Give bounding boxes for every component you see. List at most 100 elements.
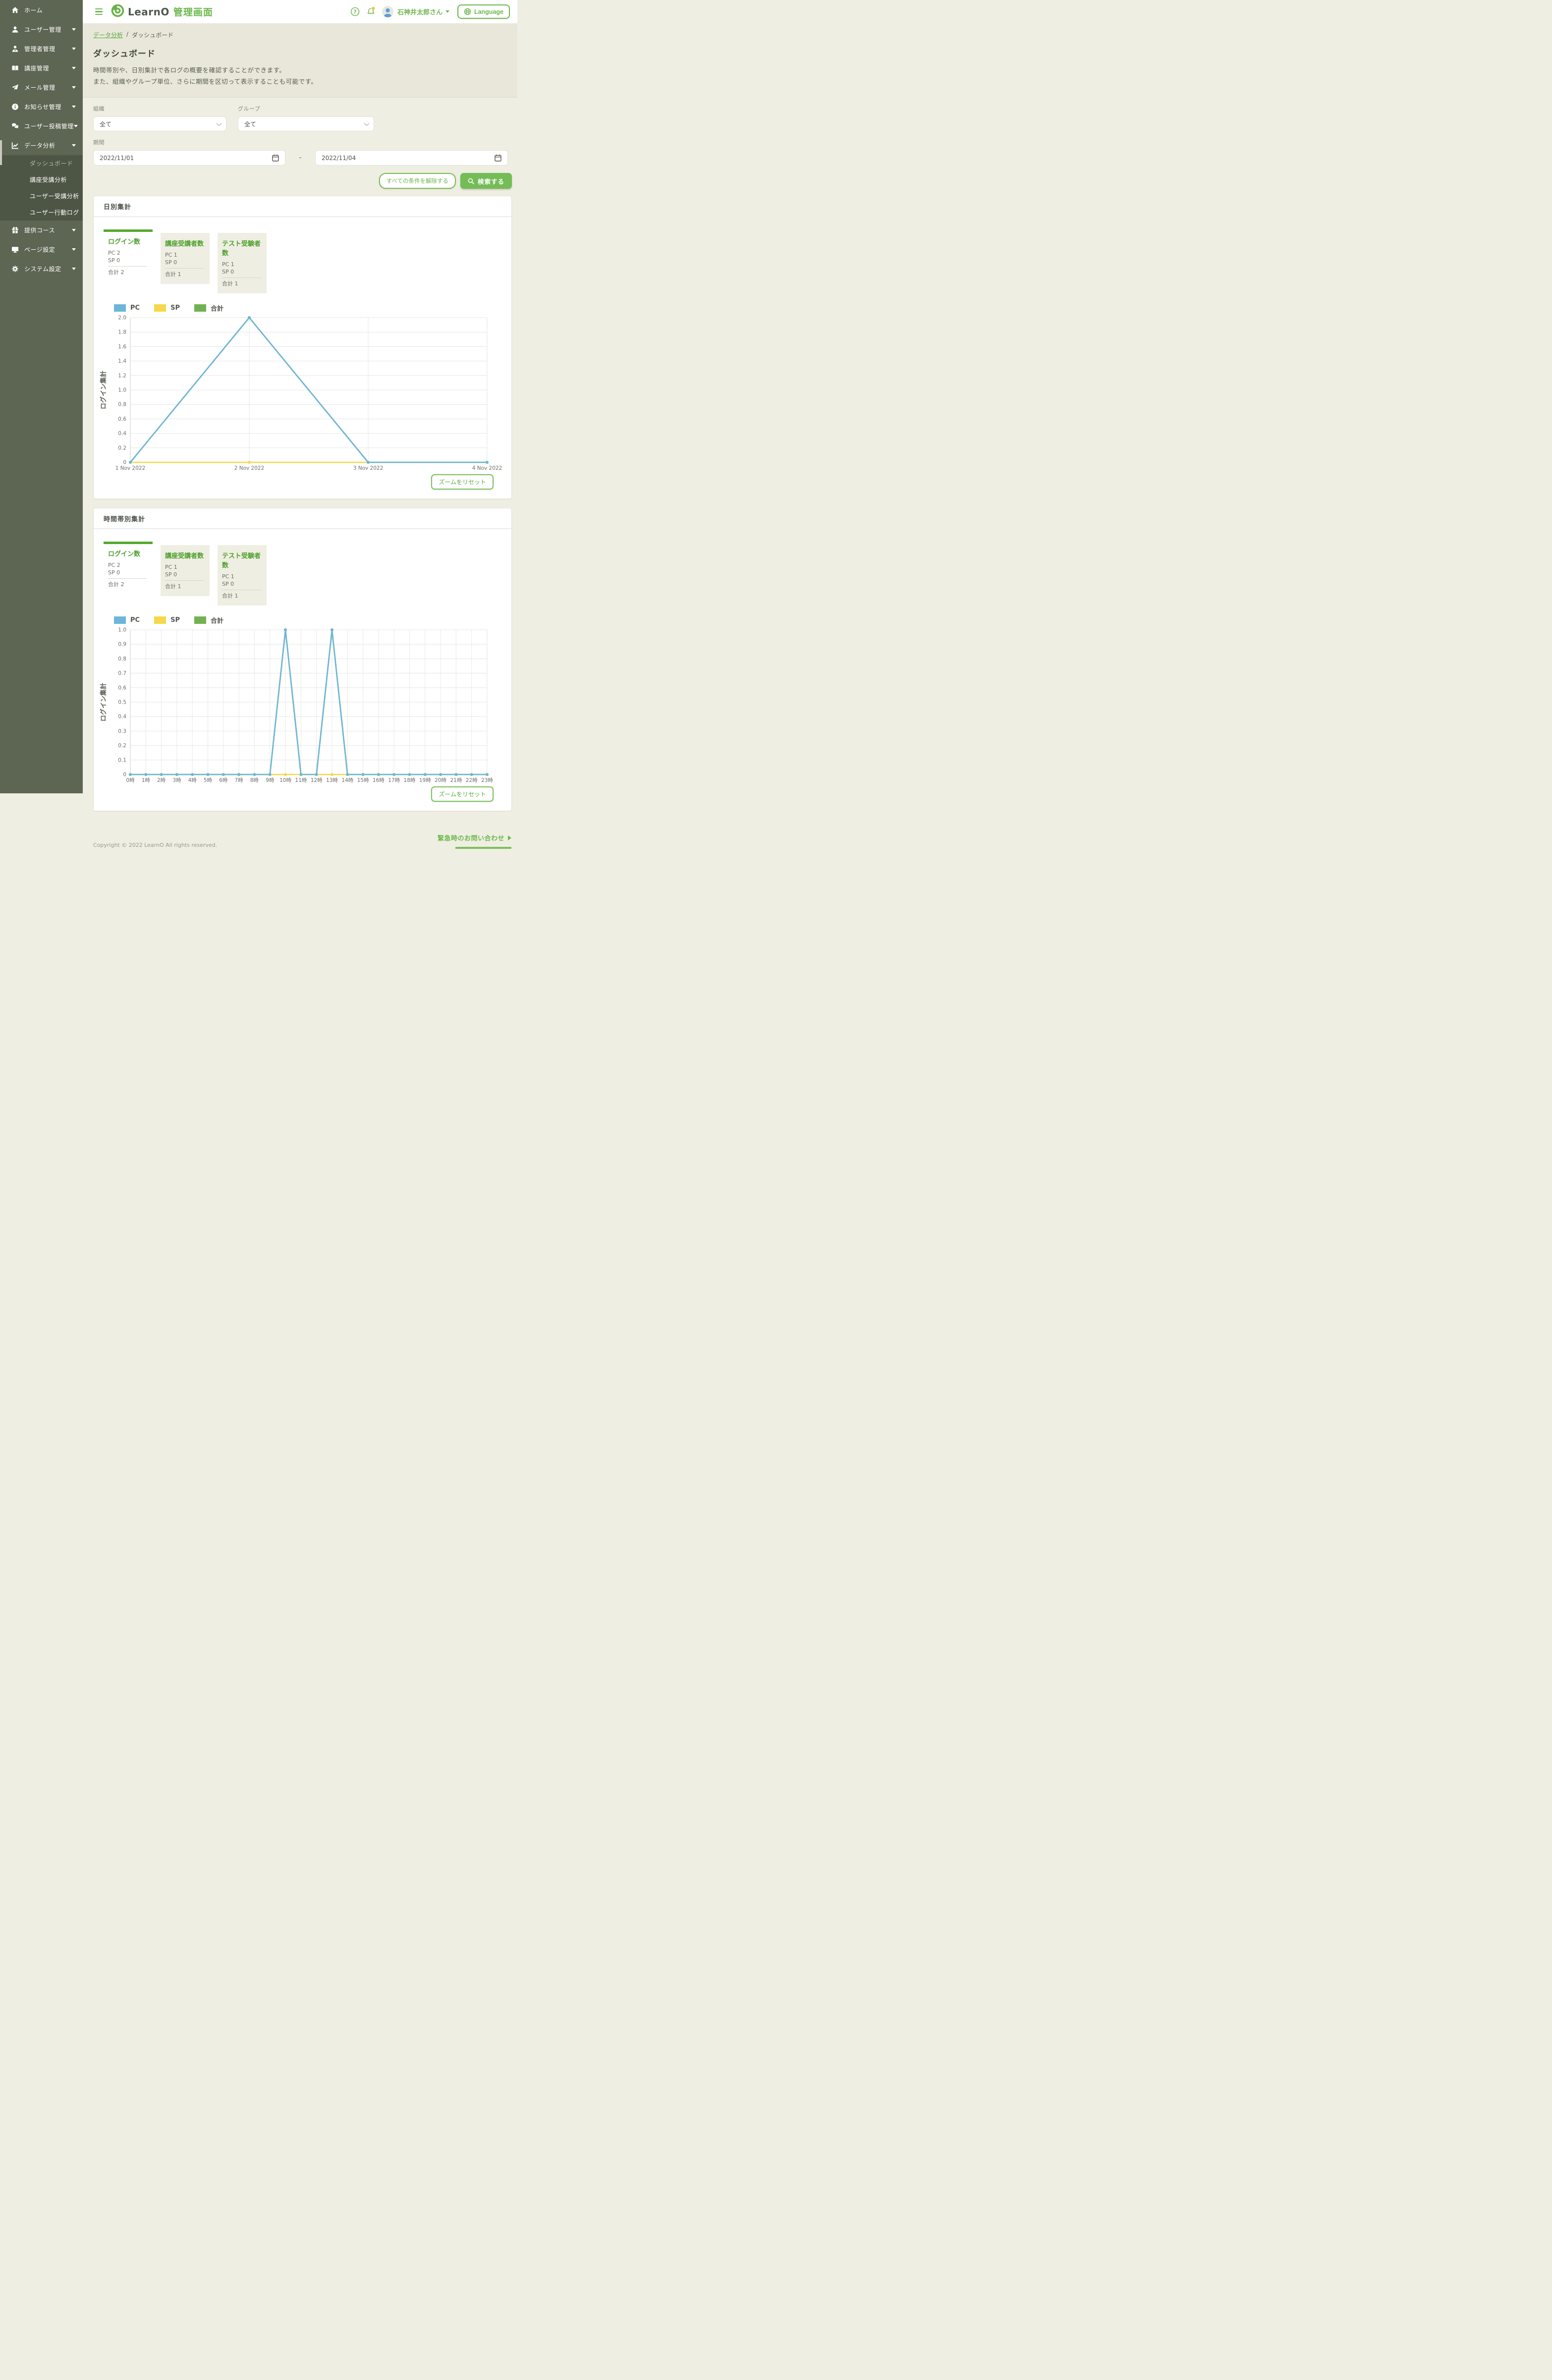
sidebar-item-システム設定[interactable]: システム設定: [0, 259, 83, 278]
legend-label-合計[interactable]: 合計: [211, 615, 223, 625]
user-menu-caret-icon[interactable]: [445, 10, 449, 13]
svg-text:0.8: 0.8: [118, 656, 126, 662]
admin-icon: [11, 45, 19, 53]
svg-text:1時: 1時: [142, 777, 151, 783]
svg-text:1.0: 1.0: [118, 627, 126, 633]
period-start-input[interactable]: 2022/11/01: [93, 150, 285, 166]
svg-text:21時: 21時: [450, 777, 462, 783]
svg-text:13時: 13時: [326, 777, 338, 783]
topbar: LearnO 管理画面 ? 石神井太郎さん Language: [83, 0, 517, 23]
tab-講座受講者数[interactable]: 講座受講者数PC 1SP 0合計 1: [161, 545, 210, 596]
search-icon: [468, 178, 474, 184]
clear-conditions-button[interactable]: すべての条件を解除する: [379, 173, 456, 189]
learno-logo[interactable]: LearnO 管理画面: [111, 4, 213, 19]
svg-text:23時: 23時: [481, 777, 493, 783]
svg-text:15時: 15時: [357, 777, 369, 783]
notification-bell-icon[interactable]: [366, 6, 377, 17]
filter-panel: 組織 全て グループ 全て 期間 2022/11/01: [83, 98, 517, 196]
sidebar-item-メール管理[interactable]: メール管理: [0, 78, 83, 97]
caret-down-icon: [72, 229, 76, 231]
tab-ログイン数[interactable]: ログイン数PC 2SP 0合計 2: [104, 229, 153, 281]
svg-text:4時: 4時: [188, 777, 197, 783]
sidebar-subitem-講座受講分析[interactable]: 講座受講分析: [0, 171, 83, 188]
topbar-right: ? 石神井太郎さん Language: [350, 4, 510, 19]
main-content: データ分析 / ダッシュボード ダッシュボード 時間帯別や、日別集計で各ログの概…: [83, 23, 517, 853]
svg-text:1 Nov 2022: 1 Nov 2022: [115, 465, 146, 471]
user-avatar[interactable]: [382, 6, 393, 17]
period-end-input[interactable]: 2022/11/04: [315, 150, 508, 166]
search-button[interactable]: 検索する: [460, 173, 512, 189]
svg-text:0.6: 0.6: [118, 416, 126, 422]
help-icon[interactable]: ?: [350, 7, 360, 16]
sidebar-subitem-ユーザー行動ログ[interactable]: ユーザー行動ログ: [0, 204, 83, 221]
legend-swatch-SP[interactable]: [154, 616, 166, 624]
legend-swatch-SP[interactable]: [154, 304, 166, 312]
organization-select[interactable]: 全て: [93, 116, 226, 131]
breadcrumb-current: ダッシュボード: [132, 31, 173, 39]
hamburger-menu-icon[interactable]: [95, 7, 103, 16]
legend-label-SP[interactable]: SP: [170, 304, 180, 312]
breadcrumb-link-data-analysis[interactable]: データ分析: [93, 31, 123, 39]
sidebar-item-データ分析[interactable]: データ分析: [0, 136, 83, 155]
daily-card-title: 日別集計: [94, 196, 511, 217]
legend-label-SP[interactable]: SP: [170, 616, 180, 624]
svg-text:2.0: 2.0: [118, 315, 126, 321]
legend-label-PC[interactable]: PC: [130, 616, 140, 624]
sidebar-item-お知らせ管理[interactable]: お知らせ管理: [0, 97, 83, 116]
tab-テスト受験者数[interactable]: テスト受験者数PC 1SP 0合計 1: [218, 233, 267, 293]
svg-text:3時: 3時: [172, 777, 181, 783]
legend-label-PC[interactable]: PC: [130, 304, 140, 312]
svg-text:ログイン集計: ログイン集計: [100, 683, 108, 721]
emergency-contact-link[interactable]: 緊急時のお問い合わせ: [438, 833, 511, 842]
legend-swatch-合計[interactable]: [194, 616, 206, 624]
svg-text:12時: 12時: [311, 777, 323, 783]
user-icon: [11, 26, 19, 34]
sidebar-item-講座管理[interactable]: 講座管理: [0, 58, 83, 78]
group-select[interactable]: 全て: [238, 116, 374, 131]
emergency-contact: 緊急時のお問い合わせ: [438, 833, 511, 849]
svg-text:6時: 6時: [219, 777, 228, 783]
daily-zoom-reset-button[interactable]: ズームをリセット: [431, 474, 494, 490]
daily-line-chart[interactable]: 1 Nov 20222 Nov 20223 Nov 20224 Nov 2022…: [98, 314, 506, 473]
user-name[interactable]: 石神井太郎さん: [397, 7, 443, 16]
sidebar-item-ホーム[interactable]: ホーム: [0, 0, 83, 20]
hourly-zoom-reset-button[interactable]: ズームをリセット: [431, 786, 494, 802]
daily-summary-card: 日別集計 ログイン数PC 2SP 0合計 2講座受講者数PC 1SP 0合計 1…: [93, 196, 512, 499]
sidebar: ホームユーザー管理管理者管理講座管理メール管理お知らせ管理ユーザー投稿管理データ…: [0, 0, 83, 793]
sidebar-item-ユーザー管理[interactable]: ユーザー管理: [0, 20, 83, 39]
svg-text:0.1: 0.1: [118, 757, 126, 763]
sidebar-item-ページ設定[interactable]: ページ設定: [0, 240, 83, 259]
svg-text:14時: 14時: [341, 777, 353, 783]
legend-swatch-合計[interactable]: [194, 304, 206, 312]
svg-text:0.9: 0.9: [118, 642, 126, 648]
hourly-line-chart[interactable]: 0時1時2時3時4時5時6時7時8時9時10時11時12時13時14時15時16…: [98, 626, 506, 785]
emergency-underline: [455, 847, 511, 849]
svg-text:20時: 20時: [435, 777, 446, 783]
svg-text:22時: 22時: [466, 777, 478, 783]
legend-swatch-PC[interactable]: [114, 616, 126, 624]
svg-text:17時: 17時: [388, 777, 400, 783]
svg-text:0: 0: [123, 460, 126, 466]
svg-text:0.2: 0.2: [118, 445, 126, 451]
svg-text:0.4: 0.4: [118, 431, 126, 437]
sidebar-item-管理者管理[interactable]: 管理者管理: [0, 39, 83, 58]
tab-講座受講者数[interactable]: 講座受講者数PC 1SP 0合計 1: [161, 233, 210, 284]
tab-テスト受験者数[interactable]: テスト受験者数PC 1SP 0合計 1: [218, 545, 267, 606]
language-button[interactable]: Language: [457, 4, 510, 19]
svg-text:18時: 18時: [404, 777, 416, 783]
svg-text:1.0: 1.0: [118, 387, 126, 393]
sidebar-item-ユーザー投稿管理[interactable]: ユーザー投稿管理: [0, 116, 83, 136]
sidebar-subitem-ダッシュボード[interactable]: ダッシュボード: [0, 155, 83, 171]
sidebar-item-提供コース[interactable]: 提供コース: [0, 221, 83, 240]
sidebar-scrollbar[interactable]: [0, 140, 2, 165]
calendar-icon[interactable]: [495, 154, 501, 162]
sidebar-submenu-データ分析: ダッシュボード講座受講分析ユーザー受講分析ユーザー行動ログ: [0, 155, 83, 221]
group-label: グループ: [238, 105, 374, 112]
caret-down-icon: [72, 67, 76, 69]
tab-ログイン数[interactable]: ログイン数PC 2SP 0合計 2: [104, 542, 153, 593]
legend-label-合計[interactable]: 合計: [211, 303, 223, 313]
hourly-card-title: 時間帯別集計: [94, 508, 511, 529]
sidebar-subitem-ユーザー受講分析[interactable]: ユーザー受講分析: [0, 188, 83, 204]
calendar-icon[interactable]: [272, 154, 279, 162]
legend-swatch-PC[interactable]: [114, 304, 126, 312]
